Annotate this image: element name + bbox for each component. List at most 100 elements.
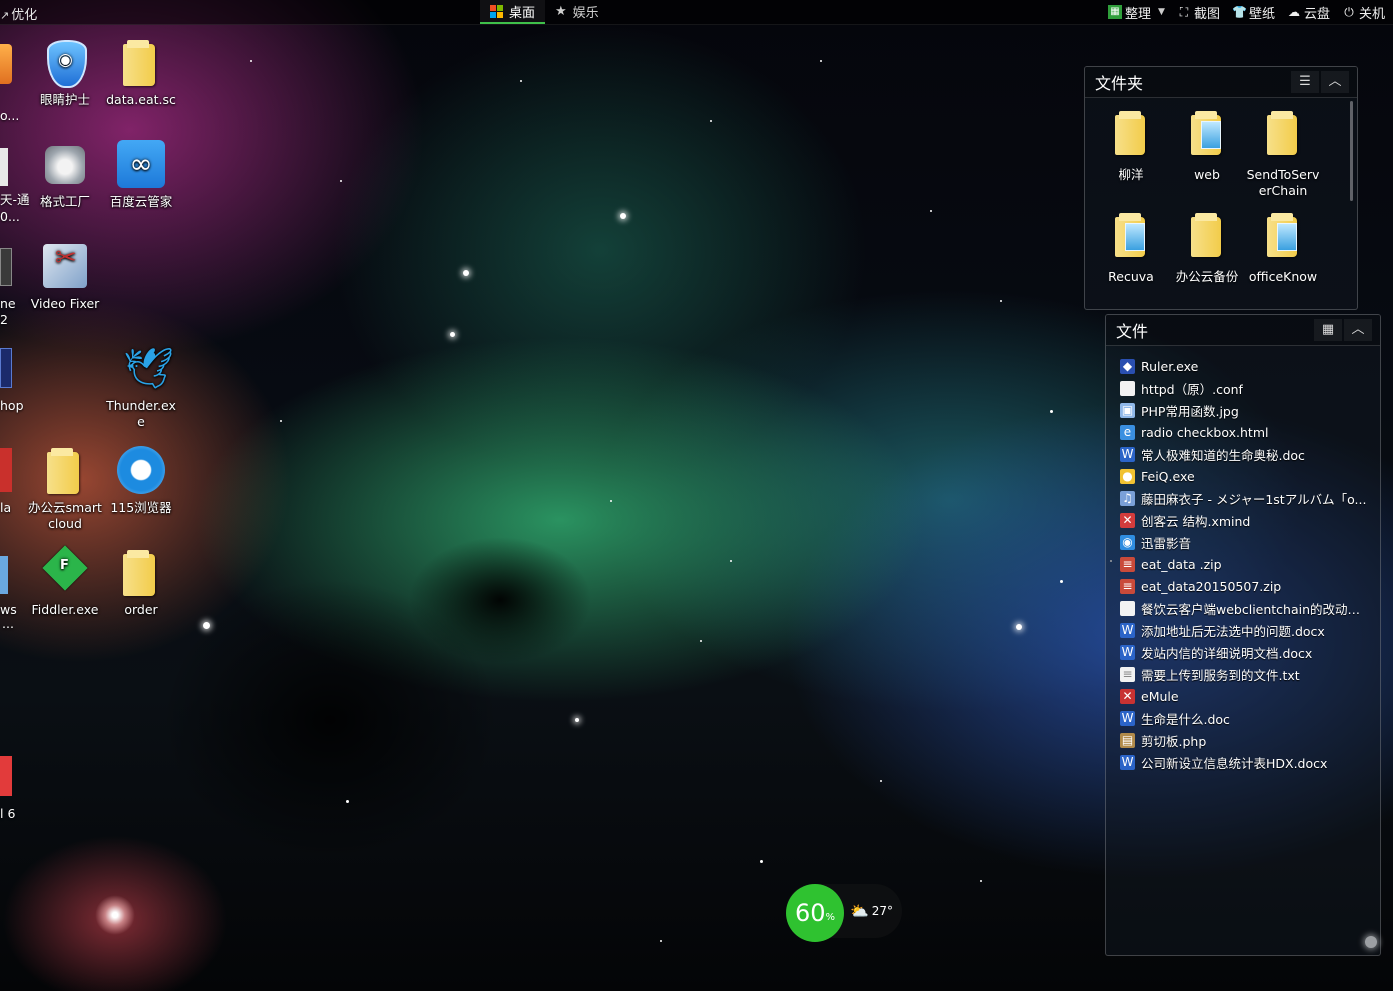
- xunlei-player-icon: ◉: [1120, 534, 1135, 550]
- screenshot-button[interactable]: ⛶ 截图: [1177, 3, 1220, 22]
- collapse-icon[interactable]: ︿: [1344, 319, 1372, 341]
- folder-icon: [1191, 213, 1221, 257]
- blank-file-icon: [1120, 380, 1135, 396]
- organize-icon: ▦: [1108, 5, 1122, 19]
- cloud-sun-icon: ⛅: [850, 902, 869, 920]
- file-row[interactable]: ◉ 迅雷影音: [1120, 531, 1370, 553]
- folders-scrollbar[interactable]: [1350, 101, 1353, 201]
- folder-item-label: web: [1194, 167, 1220, 182]
- word-icon: W: [1120, 710, 1135, 726]
- shield-eye-icon: [47, 40, 87, 88]
- partial-app-icon[interactable]: [0, 44, 12, 84]
- file-row[interactable]: ≡ 需要上传到服务到的文件.txt: [1120, 663, 1370, 685]
- file-row[interactable]: ◆ Ruler.exe: [1120, 355, 1370, 377]
- desktop-icon-thunder[interactable]: 🕊 Thunder.exe: [103, 344, 179, 430]
- edge-label: hop: [0, 398, 24, 413]
- desktop-icon-data-eat-sc[interactable]: data.eat.sc: [103, 38, 179, 108]
- chevron-down-icon[interactable]: ▼: [1158, 7, 1165, 17]
- edge-label: ...: [2, 616, 14, 631]
- file-row[interactable]: ● FeiQ.exe: [1120, 465, 1370, 487]
- desktop-icon-label: 百度云管家: [109, 194, 173, 209]
- folder-item[interactable]: officeKnow: [1245, 209, 1321, 305]
- file-row[interactable]: W 生命是什么.doc: [1120, 707, 1370, 729]
- document-overlay-icon: [1201, 121, 1221, 149]
- cloud-disk-button[interactable]: ☁ 云盘: [1287, 3, 1330, 22]
- file-row[interactable]: W 常人极难知道的生命奥秘.doc: [1120, 443, 1370, 465]
- folder-icon: [1115, 111, 1145, 155]
- optimize-button[interactable]: ↗ 优化: [0, 4, 37, 23]
- desktop-icon-fiddler[interactable]: F Fiddler.exe: [27, 545, 103, 618]
- file-row[interactable]: 餐饮云客户端webclientchain的改动（...: [1120, 597, 1370, 619]
- folder-item[interactable]: 柳洋: [1093, 107, 1169, 203]
- file-name: 创客云 结构.xmind: [1141, 513, 1251, 529]
- power-icon: ⏻: [1344, 5, 1354, 19]
- collapse-icon[interactable]: ︿: [1321, 71, 1349, 93]
- php-file-icon: ▤: [1120, 732, 1135, 748]
- file-row[interactable]: ✕ eMule: [1120, 685, 1370, 707]
- audio-file-icon: ♫: [1120, 490, 1135, 506]
- screenshot-icon: ⛶: [1179, 5, 1189, 19]
- partial-app-icon[interactable]: [0, 248, 12, 286]
- arrow-icon: ↗: [0, 9, 10, 22]
- document-overlay-icon: [1277, 223, 1297, 251]
- file-row[interactable]: ▤ 剪切板.php: [1120, 729, 1370, 751]
- file-name: 添加地址后无法选中的问题.docx: [1141, 623, 1325, 639]
- folder-item[interactable]: SendToServerChain: [1245, 107, 1321, 203]
- edge-label: ne: [0, 296, 16, 311]
- file-row[interactable]: ≡ eat_data20150507.zip: [1120, 575, 1370, 597]
- folder-item[interactable]: 办公云备份: [1169, 209, 1245, 305]
- folder-icon: [47, 448, 79, 494]
- desktop-icon-label: data.eat.sc: [106, 92, 176, 107]
- partial-app-icon[interactable]: [0, 448, 12, 492]
- image-file-icon: ▣: [1120, 402, 1135, 418]
- desktop-icon-label: Fiddler.exe: [31, 602, 99, 617]
- list-view-icon[interactable]: ☰: [1291, 71, 1319, 93]
- file-name: 公司新设立信息统计表HDX.docx: [1141, 755, 1328, 771]
- tab-entertainment[interactable]: ★ 娱乐: [545, 0, 609, 22]
- desktop-icon-label: order: [124, 602, 158, 617]
- file-row[interactable]: W 公司新设立信息统计表HDX.docx: [1120, 751, 1370, 773]
- file-row[interactable]: ≡ eat_data .zip: [1120, 553, 1370, 575]
- partial-app-icon[interactable]: [0, 756, 12, 796]
- file-row[interactable]: ✕ 创客云 结构.xmind: [1120, 509, 1370, 531]
- file-list: ◆ Ruler.exe httpd（原）.conf ▣ PHP常用函数.jpg e radi…: [1120, 355, 1370, 773]
- file-name: 剪切板.php: [1141, 733, 1207, 749]
- memory-usage-unit: %: [825, 911, 836, 923]
- temperature-label: 27°: [871, 904, 893, 918]
- desktop-icon-eye-nurse[interactable]: 眼睛护士: [27, 38, 103, 108]
- edge-label: o...: [0, 108, 20, 123]
- desktop-icon-office-cloud[interactable]: 办公云smartcloud: [27, 446, 103, 532]
- folder-item[interactable]: Recuva: [1093, 209, 1169, 305]
- desktop-icon-format-factory[interactable]: 格式工厂: [27, 140, 103, 210]
- shutdown-button[interactable]: ⏻ 关机: [1342, 3, 1385, 22]
- memory-usage-ball[interactable]: 60 %: [786, 884, 844, 942]
- partial-app-icon[interactable]: [0, 348, 12, 388]
- status-widget[interactable]: 60 % ⛅ 27°: [786, 884, 902, 942]
- partial-app-icon[interactable]: [0, 148, 8, 186]
- file-row[interactable]: e radio checkbox.html: [1120, 421, 1370, 443]
- tab-desktop[interactable]: 桌面: [480, 0, 546, 24]
- thunder-icon: 🕊: [123, 346, 174, 392]
- folder-icon: [1267, 111, 1297, 155]
- desktop-icon-115-browser[interactable]: 115浏览器: [103, 446, 179, 516]
- organize-button[interactable]: ▦ 整理 ▼: [1108, 3, 1165, 22]
- file-name: eMule: [1141, 688, 1179, 704]
- weather-indicator[interactable]: ⛅ 27°: [850, 902, 893, 920]
- desktop-icon-order[interactable]: order: [103, 548, 179, 618]
- file-name: 藤田麻衣子 - メジャー1stアルバム「o...: [1141, 491, 1367, 507]
- wallpaper-button[interactable]: 👕 壁纸: [1232, 3, 1275, 22]
- folder-grid: 柳洋 web SendToServerChain Recuva 办公云备份 of…: [1093, 107, 1321, 305]
- app-icon: ◆: [1120, 358, 1135, 374]
- grid-view-icon[interactable]: ▦: [1314, 319, 1342, 341]
- file-row[interactable]: W 添加地址后无法选中的问题.docx: [1120, 619, 1370, 641]
- file-row[interactable]: ▣ PHP常用函数.jpg: [1120, 399, 1370, 421]
- top-bar: ↗ 优化 桌面 ★ 娱乐 ▦ 整理 ▼ ⛶ 截图 👕 壁纸 ☁ 云盘 ⏻ 关机: [0, 0, 1393, 25]
- desktop-icon-video-fixer[interactable]: Video Fixer: [27, 242, 103, 312]
- folder-item[interactable]: web: [1169, 107, 1245, 203]
- file-name: httpd（原）.conf: [1141, 381, 1243, 397]
- file-row[interactable]: ♫ 藤田麻衣子 - メジャー1stアルバム「o...: [1120, 487, 1370, 509]
- partial-app-icon[interactable]: [0, 556, 8, 594]
- file-row[interactable]: httpd（原）.conf: [1120, 377, 1370, 399]
- desktop-icon-baidu-cloud[interactable]: ∞ 百度云管家: [103, 140, 179, 210]
- file-row[interactable]: W 发站内信的详细说明文档.docx: [1120, 641, 1370, 663]
